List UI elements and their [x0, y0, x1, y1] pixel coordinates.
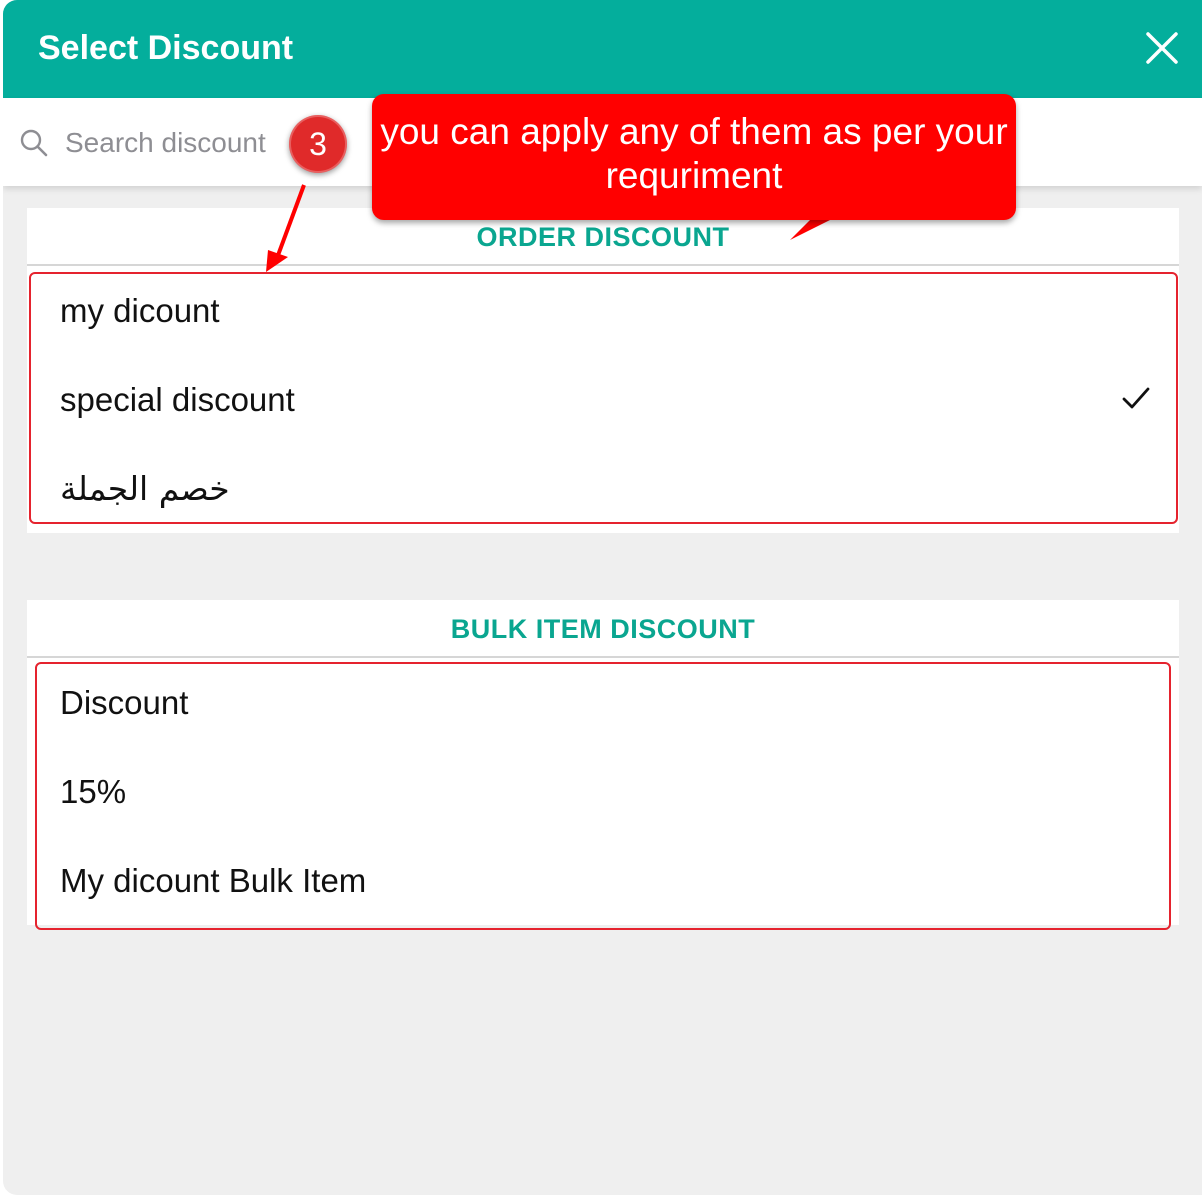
dialog-header: Select Discount — [3, 0, 1202, 98]
order-discount-item-arabic[interactable]: خصم الجملة — [27, 444, 1179, 533]
list-item-label: 15% — [60, 773, 127, 810]
search-icon — [20, 129, 48, 157]
dialog-title: Select Discount — [38, 29, 294, 67]
bulk-discount-item-discount[interactable]: Discount — [27, 658, 1179, 747]
list-item-label: My dicount Bulk Item — [60, 862, 367, 899]
list-item-label: my dicount — [60, 292, 220, 329]
list-item-label: خصم الجملة — [60, 469, 230, 508]
bulk-item-discount-header: BULK ITEM DISCOUNT — [27, 600, 1179, 658]
order-discount-item-special-discount[interactable]: special discount — [27, 355, 1179, 444]
bulk-discount-item-15-percent[interactable]: 15% — [27, 747, 1179, 836]
step-badge: 3 — [289, 115, 347, 173]
bulk-discount-item-my-dicount-bulk-item[interactable]: My dicount Bulk Item — [27, 836, 1179, 925]
list-item-label: Discount — [60, 684, 189, 721]
checkmark-icon — [1122, 387, 1150, 409]
bulk-item-discount-section: BULK ITEM DISCOUNT Discount 15% My dicou… — [27, 600, 1179, 925]
order-discount-item-my-dicount[interactable]: my dicount — [27, 266, 1179, 355]
annotation-callout: you can apply any of them as per your re… — [372, 94, 1016, 220]
list-item-label: special discount — [60, 381, 295, 418]
order-discount-section: ORDER DISCOUNT my dicount special discou… — [27, 208, 1179, 533]
close-button[interactable] — [1142, 28, 1182, 68]
close-icon — [1146, 32, 1178, 64]
